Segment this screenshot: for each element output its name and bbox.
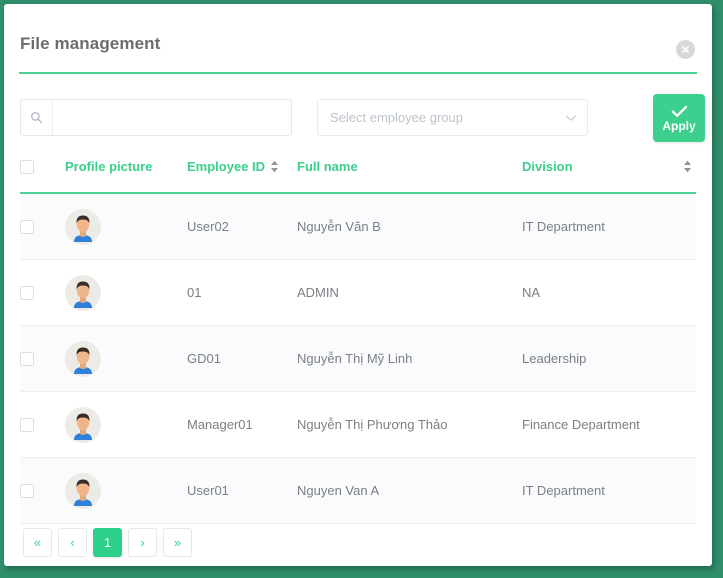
cell-division: IT Department <box>522 193 696 260</box>
table-body: User02 Nguyễn Văn B IT Department 01 ADM… <box>20 193 696 524</box>
search-glyph <box>31 112 42 123</box>
row-checkbox[interactable] <box>20 286 34 301</box>
default-user-avatar-icon <box>65 472 101 509</box>
th-profile-picture-label: Profile picture <box>65 158 153 174</box>
th-profile-picture: Profile picture <box>65 150 187 194</box>
th-employee-id[interactable]: Employee ID <box>187 150 297 194</box>
default-user-avatar-icon <box>65 406 101 443</box>
page-backdrop: File management Select employee group Ap… <box>0 0 723 578</box>
close-icon[interactable] <box>676 40 695 59</box>
check-icon <box>671 105 687 117</box>
table-row[interactable]: User02 Nguyễn Văn B IT Department <box>20 193 696 260</box>
sort-icon <box>684 160 691 172</box>
cell-full-name: Nguyễn Thị Mỹ Linh <box>297 325 522 392</box>
cell-division: NA <box>522 259 696 326</box>
file-management-modal: File management Select employee group Ap… <box>4 4 712 566</box>
close-x-glyph <box>682 46 689 53</box>
filter-bar: Select employee group Apply <box>4 84 712 146</box>
table-row[interactable]: 01 ADMIN NA <box>20 259 696 326</box>
pagination-first-button[interactable]: « <box>23 528 52 557</box>
th-division[interactable]: Division <box>522 150 696 194</box>
employee-group-select[interactable]: Select employee group <box>317 99 588 136</box>
default-user-avatar-icon <box>65 340 101 377</box>
row-checkbox-cell <box>20 259 65 326</box>
sort-icon <box>271 160 279 172</box>
employee-table: Profile picture Employee ID Full name Di… <box>20 150 696 524</box>
row-avatar-cell <box>65 325 187 392</box>
row-avatar-cell <box>65 259 187 326</box>
avatar <box>65 208 101 245</box>
modal-header: File management <box>4 4 712 74</box>
search-icon <box>21 100 53 135</box>
apply-button-label: Apply <box>662 118 696 133</box>
cell-division: IT Department <box>522 457 696 524</box>
pagination: « ‹ 1 › » <box>23 528 192 557</box>
row-avatar-cell <box>65 391 187 458</box>
th-division-label: Division <box>522 158 573 174</box>
avatar <box>65 274 101 311</box>
cell-division: Leadership <box>522 325 696 392</box>
cell-division: Finance Department <box>522 391 696 458</box>
pagination-prev-button[interactable]: ‹ <box>58 528 87 557</box>
th-select-all <box>20 150 65 194</box>
row-checkbox[interactable] <box>20 352 34 367</box>
table-row[interactable]: Manager01 Nguyễn Thị Phương Thảo Finance… <box>20 391 696 458</box>
th-full-name: Full name <box>297 150 522 194</box>
pagination-last-button[interactable]: » <box>163 528 192 557</box>
row-checkbox[interactable] <box>20 418 34 433</box>
pagination-next-button[interactable]: › <box>128 528 157 557</box>
pagination-page-1-button[interactable]: 1 <box>93 528 122 557</box>
row-checkbox-cell <box>20 325 65 392</box>
cell-full-name: Nguyễn Văn B <box>297 193 522 260</box>
cell-full-name: Nguyen Van A <box>297 457 522 524</box>
row-avatar-cell <box>65 457 187 524</box>
default-user-avatar-icon <box>65 208 101 245</box>
th-full-name-label: Full name <box>297 158 358 174</box>
row-checkbox[interactable] <box>20 484 34 499</box>
row-checkbox[interactable] <box>20 220 34 235</box>
chevron-down-icon <box>565 114 577 121</box>
employee-group-placeholder: Select employee group <box>330 110 463 125</box>
table-header-row: Profile picture Employee ID Full name Di… <box>20 150 696 194</box>
cell-employee-id: User01 <box>187 457 297 524</box>
row-checkbox-cell <box>20 457 65 524</box>
search-input[interactable] <box>53 100 291 135</box>
select-all-checkbox[interactable] <box>20 159 34 174</box>
search-group <box>20 99 292 136</box>
avatar <box>65 340 101 377</box>
cell-full-name: ADMIN <box>297 259 522 326</box>
row-avatar-cell <box>65 193 187 260</box>
table-row[interactable]: GD01 Nguyễn Thị Mỹ Linh Leadership <box>20 325 696 392</box>
avatar <box>65 472 101 509</box>
cell-employee-id: Manager01 <box>187 391 297 458</box>
apply-button[interactable]: Apply <box>653 94 705 142</box>
row-checkbox-cell <box>20 193 65 260</box>
cell-employee-id: GD01 <box>187 325 297 392</box>
page-title: File management <box>20 34 161 53</box>
table-row[interactable]: User01 Nguyen Van A IT Department <box>20 457 696 524</box>
cell-full-name: Nguyễn Thị Phương Thảo <box>297 391 522 458</box>
default-user-avatar-icon <box>65 274 101 311</box>
th-employee-id-label: Employee ID <box>187 158 266 174</box>
header-divider <box>19 72 697 74</box>
cell-employee-id: 01 <box>187 259 297 326</box>
cell-employee-id: User02 <box>187 193 297 260</box>
avatar <box>65 406 101 443</box>
row-checkbox-cell <box>20 391 65 458</box>
